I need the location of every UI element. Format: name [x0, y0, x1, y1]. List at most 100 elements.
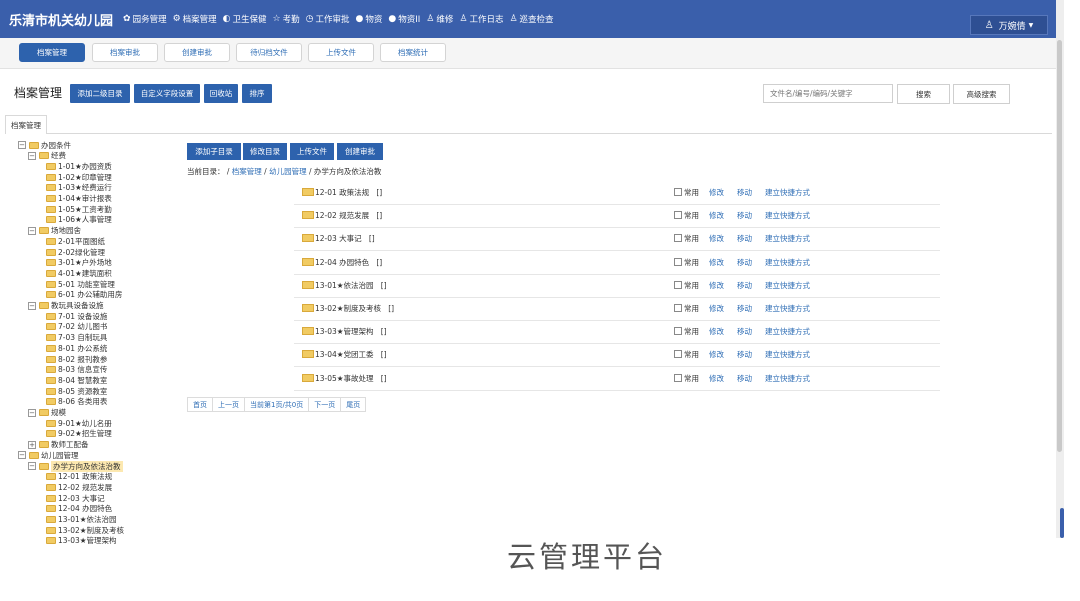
edit-link[interactable]: 修改 [709, 349, 724, 360]
tree-node[interactable]: 12-03 大事记 [46, 493, 105, 503]
nav-item[interactable]: ● 物资II [388, 13, 420, 25]
common-checkbox[interactable] [674, 280, 682, 289]
subtab-archive-approval[interactable]: 档案审批 [92, 43, 158, 62]
edit-link[interactable]: 修改 [709, 280, 724, 291]
subtab-archive-management[interactable]: 档案管理 [19, 43, 85, 62]
collapse-icon[interactable]: − [28, 226, 36, 235]
tree-node[interactable]: 9-01★幼儿名册 [46, 418, 112, 428]
tree-node[interactable]: 7-02 幼儿图书 [46, 322, 107, 332]
list-item[interactable]: 12-04 办园特色 [] 常用 修改 移动 建立快捷方式 [294, 252, 940, 275]
tree-node[interactable]: 1-05★工资考勤 [46, 204, 112, 214]
tree-node[interactable]: 13-01★依法治园 [46, 515, 117, 525]
tree-node[interactable]: − 办学方向及依法治教 [28, 460, 123, 472]
tree-node[interactable]: 4-01★建筑面积 [46, 268, 112, 278]
breadcrumb-link-kindergarten[interactable]: 幼儿园管理 [269, 167, 307, 176]
tree-node[interactable]: 13-02★制度及考核 [46, 525, 124, 535]
collapse-icon[interactable]: − [18, 451, 26, 460]
subtab-archive-stats[interactable]: 档案统计 [380, 43, 446, 62]
collapse-icon[interactable]: − [28, 301, 36, 310]
tree-node[interactable]: + 教师工配备 [28, 440, 89, 450]
list-item[interactable]: 12-01 政策法规 [] 常用 修改 移动 建立快捷方式 [294, 182, 940, 205]
pager-first[interactable]: 首页 [187, 397, 213, 412]
list-item[interactable]: 13-04★党团工委 [] 常用 修改 移动 建立快捷方式 [294, 344, 940, 368]
tree-node[interactable]: − 办园条件 [18, 140, 71, 150]
tree-node[interactable]: − 教玩具设备设施 [28, 301, 104, 311]
list-item-name[interactable]: 13-03★管理架构 [] [315, 326, 387, 337]
add-subdir-button[interactable]: 添加子目录 [187, 143, 241, 160]
tree-node[interactable]: 12-01 政策法规 [46, 472, 112, 482]
tree-node[interactable]: 1-02★印章管理 [46, 172, 112, 182]
list-item[interactable]: 13-01★依法治园 [] 常用 修改 移动 建立快捷方式 [294, 275, 940, 298]
edit-link[interactable]: 修改 [709, 233, 724, 244]
user-menu-button[interactable]: ♙ 万婉倩 ▼ [970, 15, 1048, 35]
move-link[interactable]: 移动 [737, 303, 752, 314]
tree-node[interactable]: 2-01平面图纸 [46, 236, 105, 246]
list-item[interactable]: 13-03★管理架构 [] 常用 修改 移动 建立快捷方式 [294, 321, 940, 345]
tree-node[interactable]: 1-04★审计报表 [46, 194, 112, 204]
create-approval-button[interactable]: 创建审批 [337, 143, 383, 160]
list-item-name[interactable]: 12-02 规范发展 [] [315, 210, 382, 221]
nav-item[interactable]: ● 物资 [356, 13, 383, 25]
tree-node[interactable]: 8-04 智慧教室 [46, 375, 107, 385]
subtab-pending-archive[interactable]: 待归档文件 [236, 43, 302, 62]
common-checkbox[interactable] [674, 257, 682, 266]
tree-node[interactable]: 1-06★人事管理 [46, 215, 112, 225]
tab-archive-management[interactable]: 档案管理 [5, 115, 47, 134]
nav-item[interactable]: ♙ 维修 [426, 13, 453, 25]
tree-node[interactable]: 2-02绿化管理 [46, 247, 105, 257]
common-checkbox[interactable] [674, 373, 682, 382]
create-shortcut-link[interactable]: 建立快捷方式 [765, 187, 810, 198]
create-shortcut-link[interactable]: 建立快捷方式 [765, 349, 810, 360]
upload-file-button[interactable]: 上传文件 [290, 143, 334, 160]
move-link[interactable]: 移动 [737, 373, 752, 384]
tree-node[interactable]: − 幼儿园管理 [18, 450, 79, 460]
tree-node[interactable]: − 经费 [28, 151, 66, 161]
move-link[interactable]: 移动 [737, 210, 752, 221]
tree-node[interactable]: 12-04 办园特色 [46, 504, 112, 514]
create-shortcut-link[interactable]: 建立快捷方式 [765, 373, 810, 384]
search-input[interactable] [763, 84, 893, 103]
list-item[interactable]: 13-02★制度及考核 [] 常用 修改 移动 建立快捷方式 [294, 298, 940, 321]
create-shortcut-link[interactable]: 建立快捷方式 [765, 303, 810, 314]
common-checkbox[interactable] [674, 327, 682, 336]
collapse-icon[interactable]: − [28, 408, 36, 417]
nav-item[interactable]: ♙ 工作日志 [459, 13, 503, 25]
move-link[interactable]: 移动 [737, 233, 752, 244]
common-checkbox[interactable] [674, 304, 682, 312]
nav-item[interactable]: ⚙ 档案管理 [173, 13, 217, 25]
tree-node[interactable]: 8-01 办公系统 [46, 343, 107, 353]
move-link[interactable]: 移动 [737, 349, 752, 360]
create-shortcut-link[interactable]: 建立快捷方式 [765, 257, 810, 268]
add-second-level-dir-button[interactable]: 添加二级目录 [70, 84, 130, 103]
tree-node[interactable]: − 场地园舍 [28, 226, 81, 236]
tree-node[interactable]: 5-01 功能室管理 [46, 279, 115, 289]
tree-node[interactable]: 8-06 各类用表 [46, 397, 107, 407]
create-shortcut-link[interactable]: 建立快捷方式 [765, 280, 810, 291]
list-item-name[interactable]: 13-05★事故处理 [] [315, 373, 387, 384]
tree-node[interactable]: 1-01★办园资质 [46, 161, 112, 171]
nav-item[interactable]: ✿ 园务管理 [123, 13, 167, 25]
move-link[interactable]: 移动 [737, 257, 752, 268]
custom-fields-button[interactable]: 自定义字段设置 [134, 84, 200, 103]
edit-link[interactable]: 修改 [709, 257, 724, 268]
edit-link[interactable]: 修改 [709, 303, 724, 314]
breadcrumb-link-archive[interactable]: 档案管理 [232, 167, 262, 176]
nav-item[interactable]: ◷ 工作审批 [306, 13, 350, 25]
move-link[interactable]: 移动 [737, 187, 752, 198]
recycle-bin-button[interactable]: 回收站 [204, 84, 238, 103]
edit-link[interactable]: 修改 [709, 373, 724, 384]
move-link[interactable]: 移动 [737, 326, 752, 337]
create-shortcut-link[interactable]: 建立快捷方式 [765, 233, 810, 244]
common-checkbox[interactable] [674, 234, 682, 243]
sort-button[interactable]: 排序 [242, 84, 272, 103]
subtab-upload-file[interactable]: 上传文件 [308, 43, 374, 62]
tree-node[interactable]: 9-02★招生管理 [46, 429, 112, 439]
tree-node[interactable]: 1-03★经费运行 [46, 183, 112, 193]
collapse-icon[interactable]: − [18, 141, 26, 149]
subtab-create-approval[interactable]: 创建审批 [164, 43, 230, 62]
tree-node[interactable]: 7-01 设备设施 [46, 311, 107, 321]
nav-item[interactable]: ◐ 卫生保健 [223, 13, 267, 25]
tree-node[interactable]: 13-03★管理架构 [46, 536, 117, 546]
advanced-search-button[interactable]: 高级搜索 [953, 84, 1010, 104]
common-checkbox[interactable] [674, 350, 682, 359]
